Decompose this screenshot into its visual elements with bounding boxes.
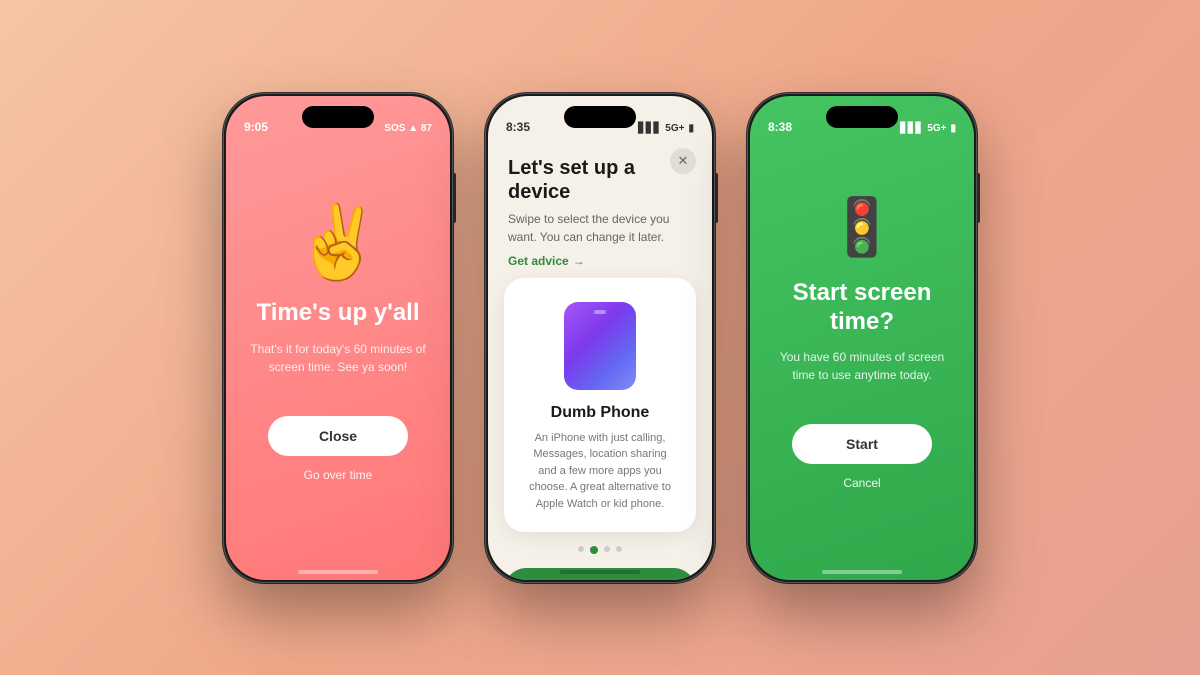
phone-1: 9:05 SOS ▲ 87 ✌️ Time's up y'all That's …: [223, 93, 453, 583]
home-indicator-2: [560, 570, 640, 574]
dot-3[interactable]: [604, 546, 610, 552]
home-indicator-1: [298, 570, 378, 574]
signal-icon: ▋▋▋: [638, 123, 661, 134]
setup-title: Let's set up a device: [508, 156, 692, 204]
dynamic-island-1: [302, 106, 374, 128]
status-right-2: 5G+: [665, 123, 684, 134]
advice-text: Get advice: [508, 254, 569, 268]
indicators-3: ▋▋▋ 5G+ ▮: [900, 123, 956, 134]
setup-subtitle: Swipe to select the device you want. You…: [508, 210, 692, 246]
phone-1-wrapper: 9:05 SOS ▲ 87 ✌️ Time's up y'all That's …: [223, 93, 453, 583]
phone-2-content: ✕ Let's set up a device Swipe to select …: [488, 96, 712, 580]
start-button[interactable]: Start: [792, 424, 932, 464]
phone-3-content: 🚦 Start screen time? You have 60 minutes…: [750, 96, 974, 580]
dumb-phone-card: Dumb Phone An iPhone with just calling, …: [504, 278, 696, 533]
battery-icon-2: ▮: [688, 123, 694, 134]
phone-2-screen: 8:35 ▋▋▋ 5G+ ▮ ✕ Let's set up a device S…: [488, 96, 712, 580]
phone-2-wrapper: 8:35 ▋▋▋ 5G+ ▮ ✕ Let's set up a device S…: [485, 93, 715, 583]
carousel-dots: [578, 546, 622, 554]
phone-3-screen: 8:38 ▋▋▋ 5G+ ▮ 🚦 Start screen time? You …: [750, 96, 974, 580]
close-button[interactable]: Close: [268, 416, 408, 456]
dynamic-island-3: [826, 106, 898, 128]
cancel-button[interactable]: Cancel: [843, 476, 880, 490]
times-up-subtitle: That's it for today's 60 minutes of scre…: [250, 340, 426, 376]
phone-3-wrapper: 8:38 ▋▋▋ 5G+ ▮ 🚦 Start screen time? You …: [747, 93, 977, 583]
screen-time-subtitle: You have 60 minutes of screen time to us…: [774, 348, 950, 384]
status-right-3: 5G+: [927, 123, 946, 134]
battery-icon-3: ▮: [950, 123, 956, 134]
times-up-title: Time's up y'all: [256, 299, 419, 328]
home-indicator-3: [822, 570, 902, 574]
indicators-2: ▋▋▋ 5G+ ▮: [638, 123, 694, 134]
indicators-1: SOS ▲ 87: [384, 123, 432, 134]
get-advice-link[interactable]: Get advice →: [508, 254, 692, 268]
dumb-phone-icon: [564, 302, 636, 390]
phone-1-screen: 9:05 SOS ▲ 87 ✌️ Time's up y'all That's …: [226, 96, 450, 580]
close-x-button[interactable]: ✕: [670, 148, 696, 174]
dot-1[interactable]: [578, 546, 584, 552]
phone-2: 8:35 ▋▋▋ 5G+ ▮ ✕ Let's set up a device S…: [485, 93, 715, 583]
card-description: An iPhone with just calling, Messages, l…: [524, 430, 676, 513]
time-1: 9:05: [244, 120, 268, 134]
device-card-area: Dumb Phone An iPhone with just calling, …: [488, 278, 712, 569]
go-over-time-button[interactable]: Go over time: [304, 468, 373, 482]
phone-1-content: ✌️ Time's up y'all That's it for today's…: [226, 96, 450, 580]
status-right-1: SOS ▲ 87: [384, 123, 432, 134]
time-3: 8:38: [768, 120, 792, 134]
dot-2[interactable]: [590, 546, 598, 554]
dot-4[interactable]: [616, 546, 622, 552]
peace-emoji: ✌️: [293, 207, 383, 279]
time-2: 8:35: [506, 120, 530, 134]
phone-3: 8:38 ▋▋▋ 5G+ ▮ 🚦 Start screen time? You …: [747, 93, 977, 583]
screen-time-title: Start screen time?: [774, 279, 950, 337]
traffic-light-emoji: 🚦: [827, 199, 897, 255]
advice-arrow: →: [573, 254, 585, 268]
signal-icon-3: ▋▋▋: [900, 123, 923, 134]
card-title: Dumb Phone: [524, 404, 676, 422]
dynamic-island-2: [564, 106, 636, 128]
